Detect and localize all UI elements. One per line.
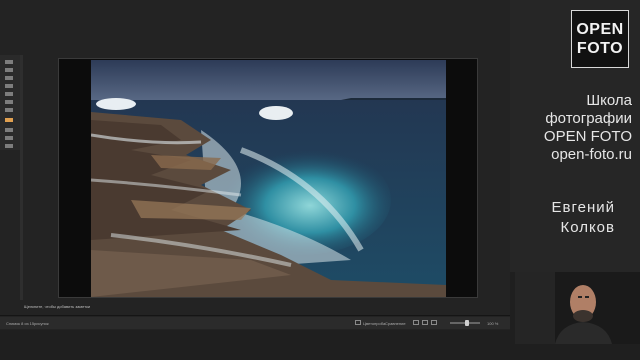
notes-hint[interactable]: Щелкните, чтобы добавить заметки: [24, 304, 90, 309]
tool-icon[interactable]: [5, 60, 13, 64]
active-tool-icon[interactable]: [5, 118, 13, 122]
grid-view-icon[interactable]: [413, 320, 419, 325]
school-line: OPEN FOTO: [543, 128, 632, 145]
author-name: Евгений Колков: [510, 198, 615, 238]
zoom-slider-handle[interactable]: [465, 320, 469, 326]
logo-text-bottom: FOTO: [576, 40, 624, 57]
tool-icon[interactable]: [5, 128, 13, 132]
tool-icon[interactable]: [5, 144, 13, 148]
tool-icon[interactable]: [5, 68, 13, 72]
image-canvas[interactable]: [58, 58, 478, 298]
author-last-name: Колков: [560, 219, 615, 236]
soft-proof-icon[interactable]: [355, 320, 361, 325]
school-line: фотографии: [545, 110, 632, 127]
divider: [0, 315, 510, 316]
open-foto-logo: OPEN FOTO: [571, 10, 629, 68]
panel-edge: [20, 55, 23, 300]
tool-icon[interactable]: [5, 108, 13, 112]
seascape-photo: [91, 60, 446, 297]
author-first-name: Евгений: [551, 199, 615, 216]
tool-icon[interactable]: [5, 136, 13, 140]
presenter-webcam: [515, 272, 640, 344]
compare-toggle[interactable]: Сравнение: [385, 321, 406, 326]
tool-icon[interactable]: [5, 100, 13, 104]
logo-text-top: OPEN: [576, 21, 624, 38]
status-label: рисунок: [34, 321, 49, 326]
soft-proof-toggle[interactable]: Цветопроба: [363, 321, 385, 326]
tool-icon[interactable]: [5, 84, 13, 88]
tool-icon[interactable]: [5, 92, 13, 96]
tool-strip: [0, 55, 21, 150]
compare-view-icon[interactable]: [422, 320, 428, 325]
zoom-level: 100 %: [487, 321, 499, 326]
school-line: Школа: [586, 92, 632, 109]
photo-editor-app: Щелкните, чтобы добавить заметки Снимок …: [0, 0, 510, 330]
school-info: Школа фотографии OPEN FOTO open-foto.ru: [510, 92, 632, 164]
image-counter: Снимок 8 из 15: [6, 321, 35, 326]
tool-icon[interactable]: [5, 76, 13, 80]
before-after-icon[interactable]: [431, 320, 437, 325]
school-url: open-foto.ru: [551, 146, 632, 163]
status-bar: Снимок 8 из 15 рисунок Цветопроба Сравне…: [0, 317, 510, 329]
